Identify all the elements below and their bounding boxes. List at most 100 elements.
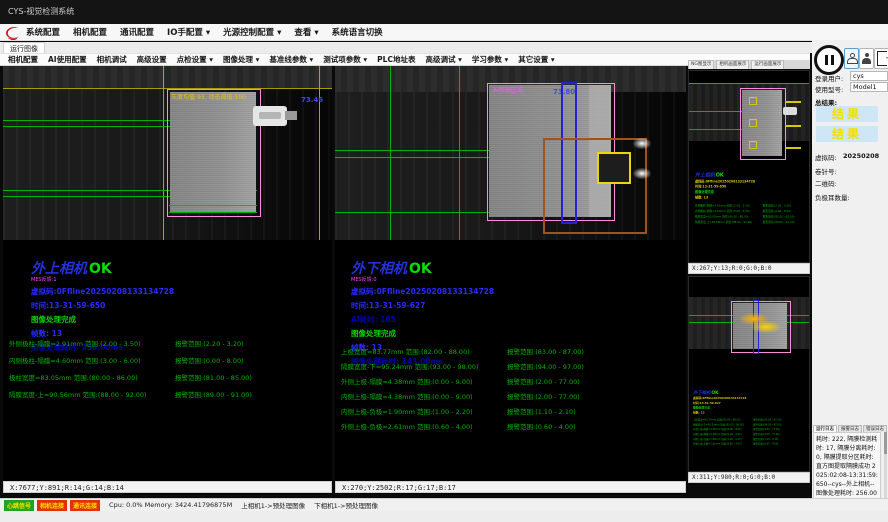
mini-camera1-view[interactable]: 外上相机OK 虚拟码:0Ffline20250208133134728 时间:1…: [688, 70, 810, 263]
camera2-time: 时间:13-31-59-627: [693, 401, 813, 405]
camera1-name: 外上相机: [695, 172, 715, 178]
camera2-title: 外下相机OK: [351, 258, 494, 278]
meas-alarm: 报警范围:(2.20 - 3.20): [763, 203, 817, 207]
camera2-virtual-code: 虚拟码:0Ffline20250208133134728: [693, 396, 813, 400]
menu-bar: 系统配置 相机配置 通讯配置 IO手配置 ▾ 光源控制配置 ▾ 查看 ▾ 系统语…: [0, 24, 888, 41]
mini-camera2-view[interactable]: 外下相机OK 虚拟码:0Ffline20250208133134728 时间:1…: [688, 276, 810, 472]
exit-button[interactable]: →: [874, 48, 888, 69]
camera2-result: OK: [409, 261, 432, 277]
mini-gripper: [783, 107, 797, 115]
tool-plc-address-table[interactable]: PLC地址表: [377, 54, 415, 65]
camera2-frame-count: 帧数: 13: [693, 411, 813, 415]
meas-text: 外侧上极-负极=2.61mm 范围:(0.60 - 4.00): [693, 442, 753, 446]
gripper-tail: [285, 111, 297, 120]
mini-tab-run-view[interactable]: 运行画面展示: [751, 60, 784, 69]
camera1-name: 外上相机: [31, 261, 87, 277]
tab-strip: [0, 42, 888, 53]
green-measure-line: [3, 196, 171, 197]
green-measure-line: [335, 212, 495, 213]
tool-advanced-debug[interactable]: 高级调试 ▾: [425, 54, 461, 65]
menu-comm-config[interactable]: 通讯配置: [120, 26, 154, 38]
person-filled-icon: [862, 53, 871, 64]
mini-tab-strip: NG图显示 相机画面展示 运行画面展示: [688, 60, 810, 69]
log-scrollbar-thumb[interactable]: [884, 432, 887, 454]
status-bar: 心跳信号 相机连接 通讯连接 Cpu: 0.0% Memory: 3424.41…: [0, 498, 888, 511]
log-text: 耗时: 222, 隔膜检测耗时: 17, 隔膜分离耗时: 0, 隔膜提取分区耗时…: [813, 432, 881, 506]
meas-alarm: 报警范围:(0.00 - 8.00): [175, 355, 328, 365]
lower-camera-state: 下相机1->预处理图像: [314, 500, 378, 510]
bright-blob: [633, 138, 651, 149]
meas-text: 内侧上极-隔膜=4.38mm 范围:(0.00 - 9.00): [341, 391, 507, 401]
mini-tab-ng[interactable]: NG图显示: [688, 60, 714, 69]
door-exit-icon: →: [877, 51, 887, 66]
meas-text: 隔膜宽度-上=90.56mm 范围:(88.00 - 92.00): [9, 389, 175, 399]
camera2-image[interactable]: AI检测区域 73.80: [335, 66, 686, 240]
menu-language-switch[interactable]: 系统语言切换: [332, 26, 383, 38]
meas-alarm: 报警范围:(2.00 - 77.00): [753, 432, 813, 436]
window-bottom-edge: [0, 511, 888, 522]
camera1-image[interactable]: 灰度均值:93, 动态阈值:100 73.46: [3, 66, 332, 240]
camera1-time: 时间:13-31-59-650: [695, 185, 817, 190]
tool-learning-params[interactable]: 学习参数 ▾: [472, 54, 508, 65]
machine-top-band: [3, 66, 332, 88]
menu-io-config[interactable]: IO手配置 ▾: [167, 26, 210, 38]
yellow-guide-vline: [163, 66, 164, 240]
camera2-panel: AI检测区域 73.80 外下相机OK MES反馈:0 虚拟码:0Ffline2…: [335, 66, 686, 494]
log-tab-alarm[interactable]: 报警日志: [838, 425, 862, 432]
tool-test-params[interactable]: 测试项参数 ▾: [323, 54, 367, 65]
camera1-result: OK: [89, 261, 112, 277]
meas-text: 内侧上极-隔膜=4.38mm 范围:(0.00 - 9.00): [693, 432, 753, 436]
tool-image-processing[interactable]: 图像处理 ▾: [223, 54, 259, 65]
menu-camera-config[interactable]: 相机配置: [73, 26, 107, 38]
camera1-panel: 灰度均值:93, 动态阈值:100 73.46 外上相机OK MES反馈:1 虚…: [3, 66, 332, 494]
tool-other-settings[interactable]: 其它设置 ▾: [518, 54, 554, 65]
meas-alarm: 报警范围:(81.00 - 85.00): [175, 372, 328, 382]
camera2-process-done: 图像处理完成: [693, 406, 813, 410]
camera1-frame-count: 帧数: 13: [695, 195, 817, 200]
menu-system-config[interactable]: 系统配置: [26, 26, 60, 38]
orange-roi-box: [543, 138, 647, 234]
result-display-2: 结果: [816, 126, 878, 142]
meas-text: 内侧上极-负极=1.90mm 范围:(1.00 - 2.20): [341, 406, 507, 416]
meas-alarm: 报警范围:(94.00 - 97.00): [753, 423, 813, 427]
meas-text: 外侧上极-负极=2.61mm 范围:(0.60 - 4.00): [341, 421, 507, 431]
camera2-time: 时间:13-31-59-627: [351, 300, 494, 311]
operator-button[interactable]: [859, 48, 874, 69]
tool-baseline-params[interactable]: 基准线参数 ▾: [269, 54, 313, 65]
virtual-code-label: 虚拟码:: [815, 152, 837, 162]
meas-alarm: 报警范围:(2.00 - 77.00): [753, 427, 813, 431]
menu-light-config[interactable]: 光源控制配置 ▾: [223, 26, 281, 38]
tool-spotcheck-settings[interactable]: 点检设置 ▾: [177, 54, 213, 65]
menu-view[interactable]: 查看 ▾: [294, 26, 318, 38]
negative-tab-count-label: 负极耳数量:: [815, 192, 850, 202]
meas-alarm: 报警范围:(89.00 - 91.00): [763, 220, 817, 224]
tool-advanced-settings[interactable]: 高级设置: [137, 54, 167, 65]
tool-camera-config[interactable]: 相机配置: [8, 54, 38, 65]
mini-tab-camera-view[interactable]: 相机画面展示: [716, 60, 749, 69]
meas-text: 外侧上极-隔膜=4.38mm 范围:(0.00 - 9.00): [341, 376, 507, 386]
app-window: CYS-视觉检测系统 系统配置 相机配置 通讯配置 IO手配置 ▾ 光源控制配置…: [0, 0, 888, 522]
meas-text: 极柱宽度=83.05mm 范围:(80.00 - 86.00): [9, 372, 175, 382]
person-icon: [847, 53, 856, 64]
mini-camera2-pixel-readout: X:311;Y:980;R:0;G:0;B:0: [688, 472, 810, 483]
meas-alarm: 报警范围:(0.60 - 4.00): [753, 442, 813, 446]
mini-yellow-marker: [749, 119, 757, 127]
camera2-measurements: 上极宽度=83.77mm 范围:(82.00 - 88.00)报警范围:(83.…: [341, 346, 682, 431]
meas-alarm: 报警范围:(83.00 - 87.00): [507, 346, 682, 356]
tool-camera-debug[interactable]: 相机调试: [97, 54, 127, 65]
log-tab-run[interactable]: 运行日志: [813, 425, 837, 432]
camera2-pixel-readout: X:270;Y:2502;R:17;G:17;B:17: [335, 481, 686, 493]
log-tab-error[interactable]: 错误日志: [863, 425, 887, 432]
user-mode-button[interactable]: [844, 48, 859, 69]
meas-alarm: 报警范围:(1.10 - 2.10): [507, 406, 682, 416]
pause-button[interactable]: [814, 45, 844, 75]
mini-battery-part: [742, 90, 782, 156]
green-guide-vline: [459, 66, 460, 240]
camera1-measurements: 外侧极柱-隔膜=2.91mm 范围:(2.00 - 3.50)报警范围:(2.2…: [9, 338, 328, 399]
tool-ai-config[interactable]: AI使用配置: [48, 54, 87, 65]
login-user-label: 登录用户:: [815, 73, 843, 83]
mini-yellow-callout: [785, 101, 801, 103]
pause-icon: [831, 55, 834, 65]
meas-alarm: 报警范围:(2.20 - 3.20): [175, 338, 328, 348]
meas-text: 上极宽度=83.77mm 范围:(82.00 - 88.00): [341, 346, 507, 356]
